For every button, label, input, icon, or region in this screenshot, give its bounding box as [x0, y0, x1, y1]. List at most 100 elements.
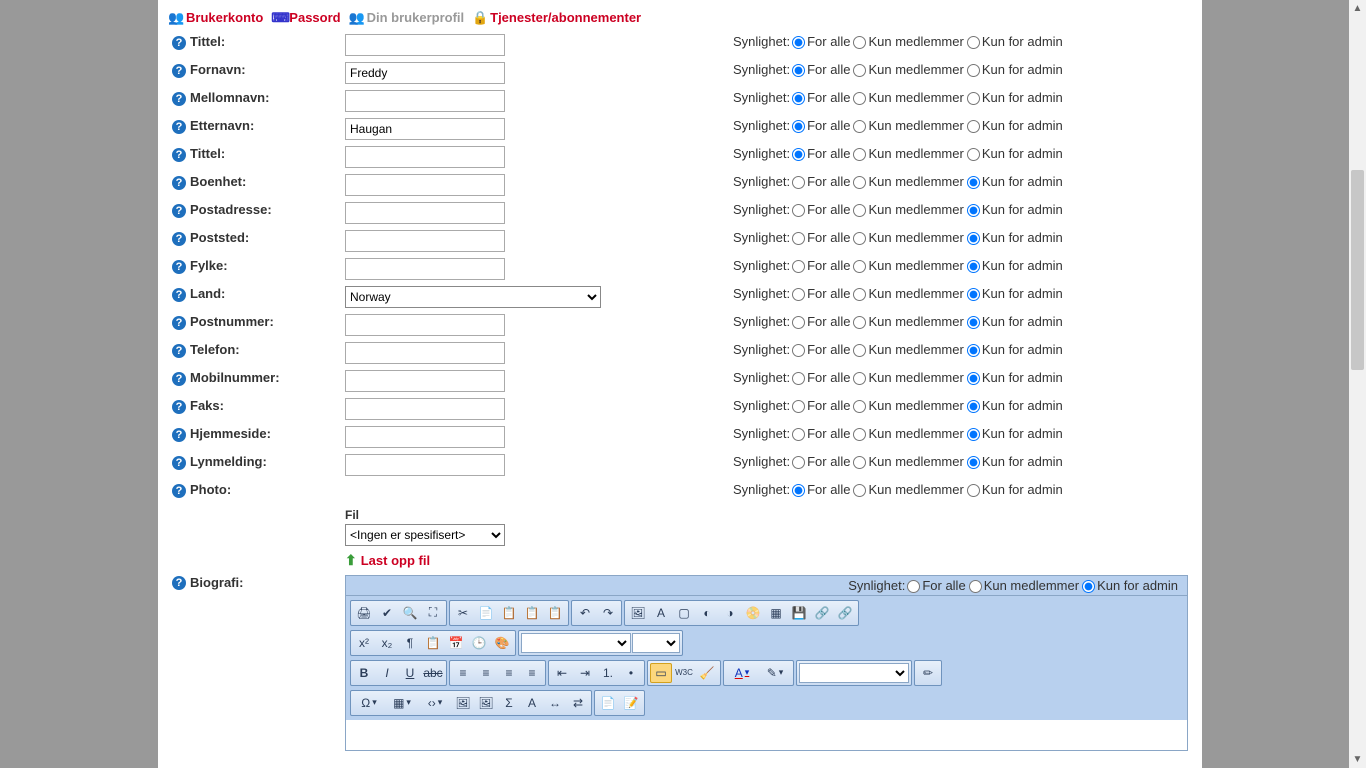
- visibility-radio-0[interactable]: [792, 456, 805, 469]
- rte-print-button[interactable]: 🖨: [353, 603, 375, 623]
- mellomnavn-input[interactable]: [345, 90, 505, 112]
- visibility-radio-2[interactable]: [967, 36, 980, 49]
- photo-file-select[interactable]: <Ingen er spesifisert>: [345, 524, 505, 546]
- help-icon[interactable]: [172, 288, 186, 302]
- visibility-radio-0[interactable]: [792, 176, 805, 189]
- rte-image-button[interactable]: 🖼: [627, 603, 649, 623]
- fylke-input[interactable]: [345, 258, 505, 280]
- visibility-radio-2[interactable]: [967, 92, 980, 105]
- rte-clear-button[interactable]: 🧹: [696, 663, 718, 683]
- visibility-radio-0[interactable]: [907, 580, 920, 593]
- visibility-radio-2[interactable]: [967, 232, 980, 245]
- rte-bgcolor-button[interactable]: ✎▾: [759, 663, 791, 683]
- rte-italic-button[interactable]: I: [376, 663, 398, 683]
- rte-ul-button[interactable]: •: [620, 663, 642, 683]
- help-icon[interactable]: [172, 484, 186, 498]
- visibility-radio-1[interactable]: [853, 344, 866, 357]
- window-scrollbar[interactable]: ▲ ▼: [1349, 0, 1366, 768]
- visibility-radio-2[interactable]: [967, 456, 980, 469]
- rte-highlight-button[interactable]: ✏: [917, 663, 939, 683]
- visibility-radio-2[interactable]: [967, 148, 980, 161]
- rte-media2-button[interactable]: ◑: [719, 603, 741, 623]
- help-icon[interactable]: [172, 456, 186, 470]
- poststed-input[interactable]: [345, 230, 505, 252]
- visibility-radio-0[interactable]: [792, 288, 805, 301]
- visibility-radio-1[interactable]: [853, 428, 866, 441]
- fornavn-input[interactable]: [345, 62, 505, 84]
- tab-brukerkonto[interactable]: 👥Brukerkonto: [168, 10, 263, 25]
- rte-align-r-button[interactable]: ≡: [498, 663, 520, 683]
- rte-outdent-button[interactable]: ⇤: [551, 663, 573, 683]
- rte-spell-button[interactable]: ✔: [376, 603, 398, 623]
- rte-paste-text-button[interactable]: 📋: [521, 603, 543, 623]
- visibility-radio-2[interactable]: [967, 400, 980, 413]
- rte-content-area[interactable]: [346, 720, 1187, 750]
- help-icon[interactable]: [172, 120, 186, 134]
- mobilnummer-input[interactable]: [345, 370, 505, 392]
- visibility-radio-1[interactable]: [853, 316, 866, 329]
- tittel2-input[interactable]: [345, 146, 505, 168]
- rte-redo-button[interactable]: ↷: [597, 603, 619, 623]
- visibility-radio-1[interactable]: [969, 580, 982, 593]
- visibility-radio-1[interactable]: [853, 148, 866, 161]
- tittel-input[interactable]: [345, 34, 505, 56]
- visibility-radio-2[interactable]: [967, 204, 980, 217]
- telefon-input[interactable]: [345, 342, 505, 364]
- rte-find-button[interactable]: 🔍: [399, 603, 421, 623]
- boenhet-input[interactable]: [345, 174, 505, 196]
- postadresse-input[interactable]: [345, 202, 505, 224]
- visibility-radio-2[interactable]: [967, 288, 980, 301]
- help-icon[interactable]: [172, 232, 186, 246]
- rte-paste-button[interactable]: 📋: [498, 603, 520, 623]
- scroll-down-icon[interactable]: ▼: [1349, 751, 1366, 768]
- visibility-radio-1[interactable]: [853, 260, 866, 273]
- rte-select-size[interactable]: [632, 633, 680, 653]
- rte-media1-button[interactable]: ◐: [696, 603, 718, 623]
- rte-copy-button[interactable]: 📄: [475, 603, 497, 623]
- land-select[interactable]: Norway: [345, 286, 601, 308]
- rte-table-button[interactable]: ▦▾: [386, 693, 418, 713]
- visibility-radio-2[interactable]: [967, 316, 980, 329]
- rte-sigma-button[interactable]: Σ: [498, 693, 520, 713]
- rte-anchor-button[interactable]: 💾: [788, 603, 810, 623]
- visibility-radio-0[interactable]: [792, 400, 805, 413]
- rte-select-style[interactable]: [799, 663, 909, 683]
- visibility-radio-0[interactable]: [792, 428, 805, 441]
- rte-fullscreen-button[interactable]: ⛶: [422, 603, 444, 623]
- rte-align-c-button[interactable]: ≡: [475, 663, 497, 683]
- lynmelding-input[interactable]: [345, 454, 505, 476]
- tab-passord[interactable]: ⌨Passord: [271, 10, 340, 25]
- visibility-radio-2[interactable]: [967, 372, 980, 385]
- visibility-radio-2[interactable]: [1082, 580, 1095, 593]
- postnummer-input[interactable]: [345, 314, 505, 336]
- visibility-radio-0[interactable]: [792, 232, 805, 245]
- visibility-radio-1[interactable]: [853, 484, 866, 497]
- help-icon[interactable]: [172, 372, 186, 386]
- rte-date-button[interactable]: 📅: [445, 633, 467, 653]
- faks-input[interactable]: [345, 398, 505, 420]
- rte-replace-button[interactable]: ⇄: [567, 693, 589, 713]
- rte-undo-button[interactable]: ↶: [574, 603, 596, 623]
- upload-file-link[interactable]: ⬆Last opp fil: [345, 546, 430, 569]
- rte-align-l-button[interactable]: ≡: [452, 663, 474, 683]
- help-icon[interactable]: [172, 576, 186, 590]
- visibility-radio-2[interactable]: [967, 176, 980, 189]
- help-icon[interactable]: [172, 204, 186, 218]
- rte-unlink-button[interactable]: 🔗: [834, 603, 856, 623]
- visibility-radio-1[interactable]: [853, 176, 866, 189]
- rte-image-map-button[interactable]: A: [650, 603, 672, 623]
- visibility-radio-0[interactable]: [792, 260, 805, 273]
- rte-ol-button[interactable]: 1.: [597, 663, 619, 683]
- rte-char-button[interactable]: ▢: [673, 603, 695, 623]
- rte-strike-button[interactable]: abc: [422, 663, 444, 683]
- rte-table-img-button[interactable]: ▦: [765, 603, 787, 623]
- tab-tjenester-abonnementer[interactable]: 🔒Tjenester/abonnementer: [472, 10, 641, 25]
- help-icon[interactable]: [172, 316, 186, 330]
- help-icon[interactable]: [172, 260, 186, 274]
- visibility-radio-0[interactable]: [792, 36, 805, 49]
- visibility-radio-2[interactable]: [967, 260, 980, 273]
- rte-select-font[interactable]: [521, 633, 631, 653]
- rte-img-a-button[interactable]: 🖼: [452, 693, 474, 713]
- hjemmeside-input[interactable]: [345, 426, 505, 448]
- rte-showblocks-button[interactable]: ¶: [399, 633, 421, 653]
